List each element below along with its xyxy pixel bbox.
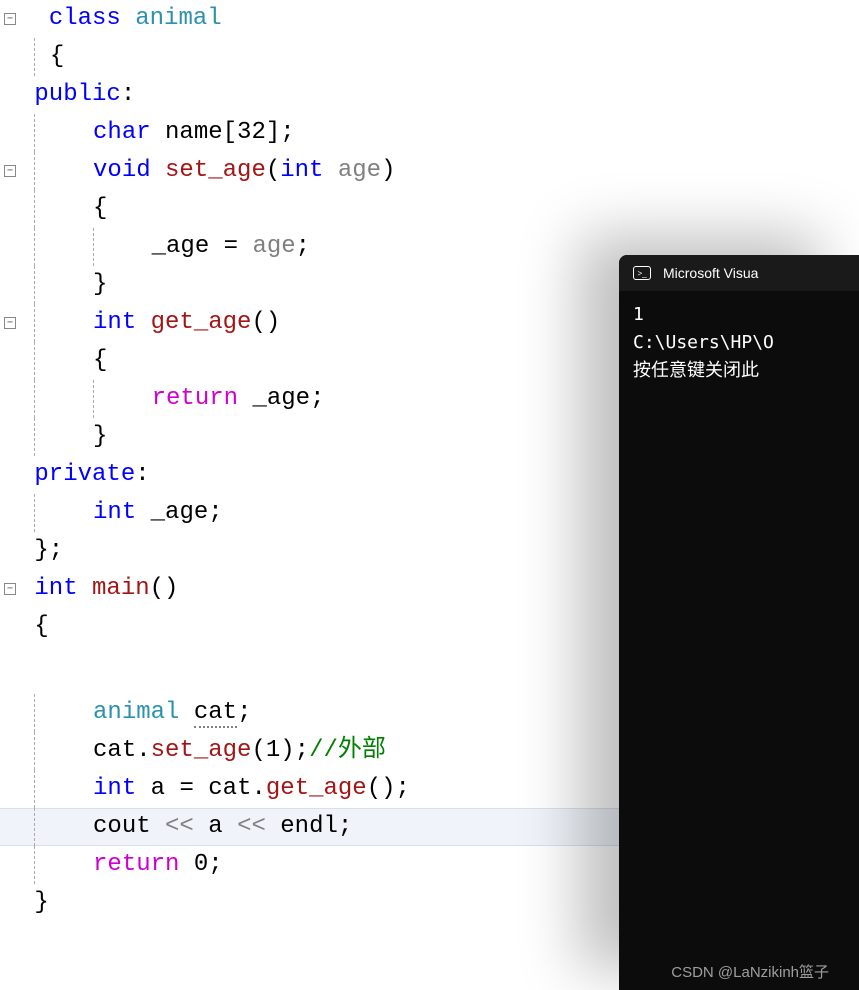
brace-open: { bbox=[34, 613, 48, 640]
output-line: 按任意键关闭此 bbox=[633, 357, 845, 385]
keyword-class: class bbox=[49, 5, 121, 32]
class-name: animal bbox=[135, 5, 221, 32]
keyword-int: int bbox=[93, 309, 136, 336]
keyword-int: int bbox=[93, 499, 136, 526]
parameter: age bbox=[323, 157, 381, 184]
console-window[interactable]: >_ Microsoft Visua 1 C:\Users\HP\O 按任意键关… bbox=[619, 255, 859, 990]
brace-open: { bbox=[93, 347, 107, 374]
terminal-icon: >_ bbox=[633, 266, 651, 280]
comment: //外部 bbox=[309, 737, 386, 764]
function-name: set_age bbox=[151, 157, 266, 184]
variable-cat: cat bbox=[194, 699, 237, 728]
keyword-char: char bbox=[93, 119, 151, 146]
method-call: get_age bbox=[266, 775, 367, 802]
function-main: main bbox=[78, 575, 150, 602]
output-line: 1 bbox=[633, 301, 845, 329]
brace-close: } bbox=[93, 271, 107, 298]
brace-open: { bbox=[50, 43, 64, 70]
fold-minus-icon[interactable]: − bbox=[4, 583, 16, 595]
keyword-return: return bbox=[152, 385, 238, 412]
code-line[interactable]: { bbox=[0, 190, 859, 228]
watermark: CSDN @LaNzikinh篮子 bbox=[671, 961, 829, 982]
brace-close: }; bbox=[34, 537, 63, 564]
console-titlebar[interactable]: >_ Microsoft Visua bbox=[619, 255, 859, 291]
keyword-void: void bbox=[93, 157, 151, 184]
function-name: get_age bbox=[136, 309, 251, 336]
fold-minus-icon[interactable]: − bbox=[4, 317, 16, 329]
code-line[interactable]: char name[32]; bbox=[0, 114, 859, 152]
fold-minus-icon[interactable]: − bbox=[4, 165, 16, 177]
code-line[interactable]: − void set_age(int age) bbox=[0, 152, 859, 190]
brace-open: { bbox=[93, 195, 107, 222]
code-line[interactable]: public: bbox=[0, 76, 859, 114]
keyword-int: int bbox=[34, 575, 77, 602]
fold-minus-icon[interactable]: − bbox=[4, 13, 16, 25]
keyword-public: public bbox=[34, 81, 120, 108]
console-output[interactable]: 1 C:\Users\HP\O 按任意键关闭此 bbox=[619, 291, 859, 395]
brace-close: } bbox=[93, 423, 107, 450]
method-call: set_age bbox=[151, 737, 252, 764]
code-line[interactable]: { bbox=[0, 38, 859, 76]
brace-close: } bbox=[34, 889, 48, 916]
keyword-private: private bbox=[34, 461, 135, 488]
console-title: Microsoft Visua bbox=[663, 265, 758, 281]
output-line: C:\Users\HP\O bbox=[633, 329, 845, 357]
code-line[interactable]: − class animal bbox=[0, 0, 859, 38]
keyword-return: return bbox=[93, 851, 179, 878]
